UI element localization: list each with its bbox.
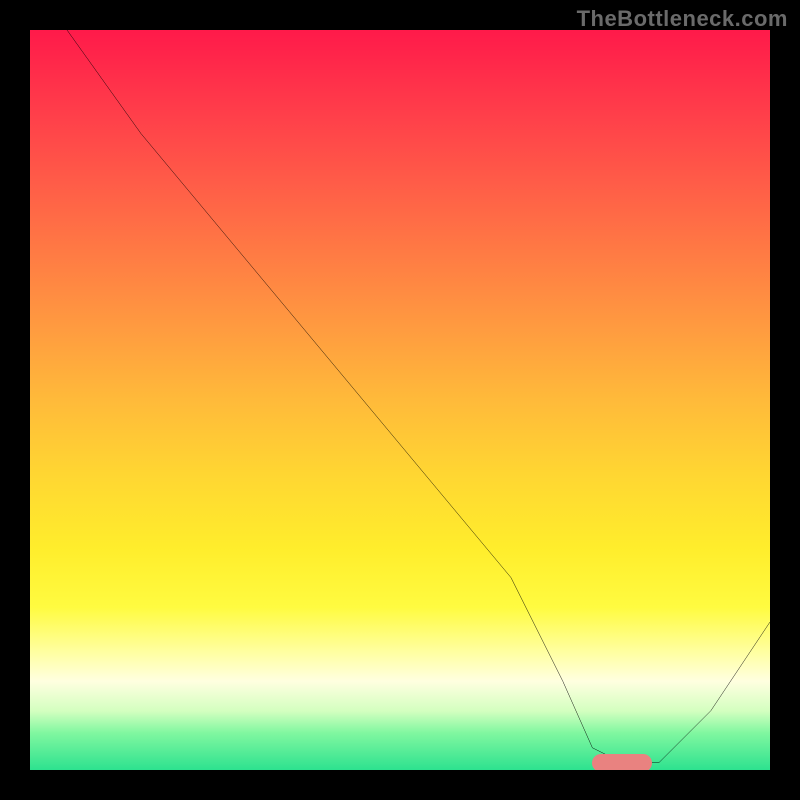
watermark-text: TheBottleneck.com (577, 6, 788, 32)
optimal-marker (592, 754, 652, 770)
curve-svg (30, 30, 770, 770)
chart-frame: TheBottleneck.com (0, 0, 800, 800)
plot-area (30, 30, 770, 770)
curve-path (67, 30, 770, 763)
